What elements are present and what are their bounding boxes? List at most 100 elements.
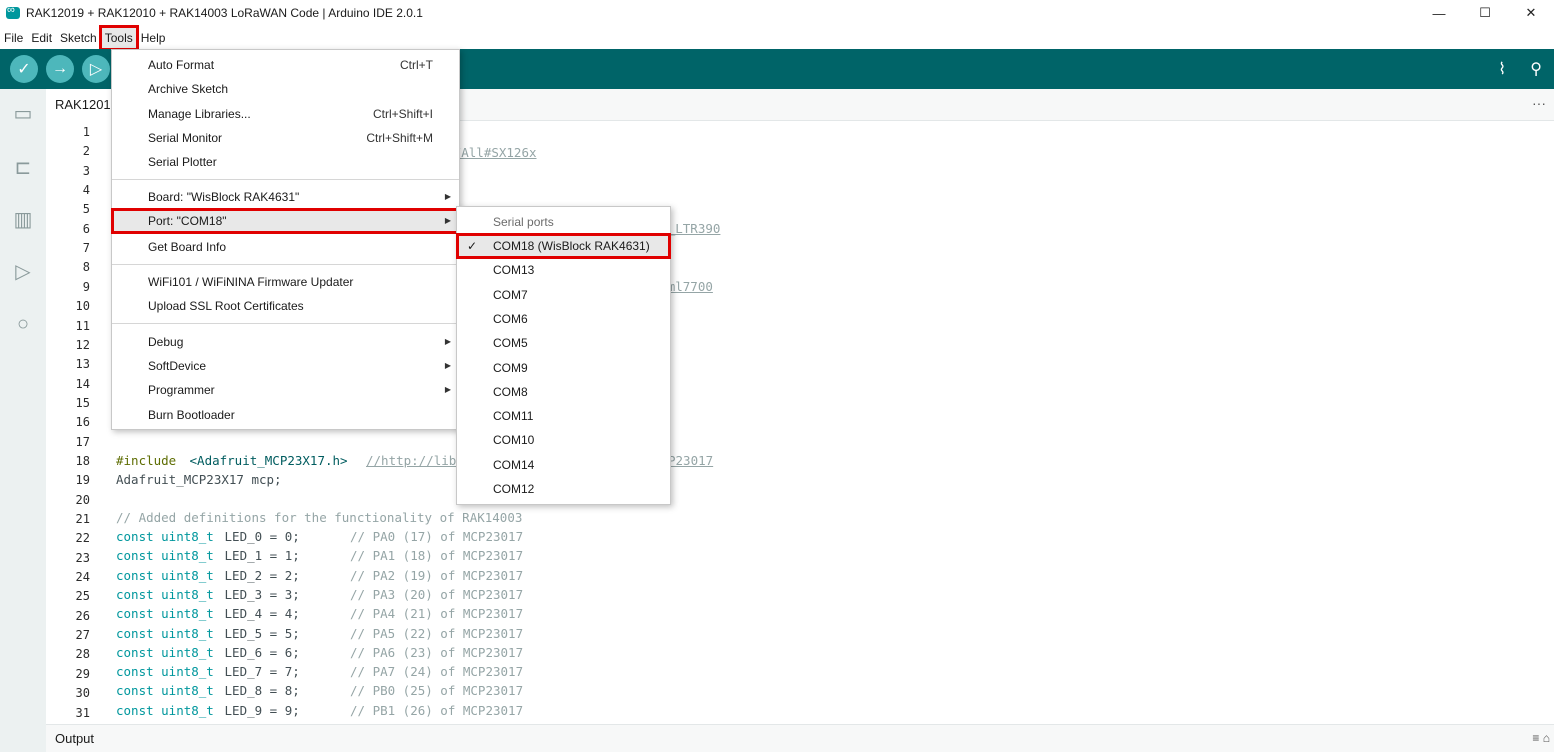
menu-item-burn-bootloader[interactable]: Burn Bootloader	[112, 403, 459, 427]
window-title: RAK12019 + RAK12010 + RAK14003 LoRaWAN C…	[26, 6, 423, 20]
menu-item-serial-monitor[interactable]: Serial Monitor Ctrl+Shift+M	[112, 126, 459, 150]
code-keyword: const uint8_t	[116, 606, 214, 622]
line-number: 20	[75, 492, 90, 507]
line-number: 30	[75, 686, 90, 701]
menu-item-board-info[interactable]: Get Board Info	[112, 235, 459, 259]
port-item[interactable]: COM6	[457, 307, 670, 331]
port-item[interactable]: COM9	[457, 356, 670, 380]
more-options-icon[interactable]: ···	[1532, 95, 1546, 111]
checkmark-icon: ✓	[467, 239, 478, 253]
line-number: 2	[82, 144, 90, 159]
include-header: <Adafruit_MCP23X17.h>	[182, 453, 348, 468]
code-comment: // PA7 (24) of MCP23017	[350, 664, 524, 680]
line-number: 5	[82, 202, 90, 217]
menu-edit[interactable]: Edit	[27, 27, 56, 49]
menu-item-programmer[interactable]: Programmer ▶	[112, 378, 459, 402]
port-item[interactable]: COM14	[457, 453, 670, 477]
line-number: 3	[82, 163, 90, 178]
line-number: 14	[75, 376, 90, 391]
menu-item-debug[interactable]: Debug ▶	[112, 330, 459, 354]
line-number: 12	[75, 337, 90, 352]
port-label: COM8	[493, 384, 528, 399]
code-declaration: LED_7 = 7;	[217, 664, 300, 680]
port-item[interactable]: COM13	[457, 258, 670, 282]
submenu-arrow-icon: ▶	[444, 361, 451, 370]
code-comment: // PB0 (25) of MCP23017	[350, 683, 524, 699]
menu-item-firmware-updater[interactable]: WiFi101 / WiFiNINA Firmware Updater	[112, 270, 459, 294]
menu-item-archive-sketch[interactable]: Archive Sketch	[112, 77, 459, 101]
port-item[interactable]: COM10	[457, 428, 670, 452]
debug-icon[interactable]: ▷	[10, 259, 36, 285]
port-label: COM9	[493, 360, 528, 375]
menu-help[interactable]: Help	[137, 27, 170, 49]
line-number: 25	[75, 589, 90, 604]
minimize-button[interactable]: —	[1416, 0, 1462, 26]
port-label: COM5	[493, 336, 528, 351]
search-icon[interactable]: ○	[10, 311, 36, 337]
menu-separator	[112, 264, 459, 265]
library-icon[interactable]: ▥	[10, 207, 36, 233]
output-tab[interactable]: Output	[55, 731, 94, 746]
arduino-logo-icon	[6, 4, 20, 19]
menu-item-port[interactable]: Port: "COM18" ▶	[111, 208, 460, 234]
code-comment: // PA3 (20) of MCP23017	[350, 586, 524, 602]
line-number: 22	[75, 531, 90, 546]
close-button[interactable]: ✕	[1508, 0, 1554, 26]
tools-menu: Auto Format Ctrl+T Archive Sketch Manage …	[111, 49, 460, 430]
port-item[interactable]: COM8	[457, 380, 670, 404]
code-comment: // PA1 (18) of MCP23017	[350, 548, 524, 564]
port-submenu: Serial ports ✓ COM18 (WisBlock RAK4631) CO…	[456, 206, 671, 505]
port-label: COM6	[493, 311, 528, 326]
port-item[interactable]: COM11	[457, 404, 670, 428]
code-declaration: LED_1 = 1;	[217, 548, 300, 564]
window-controls: — ☐ ✕	[1416, 0, 1554, 26]
port-item[interactable]: COM7	[457, 283, 670, 307]
folder-icon[interactable]: ▭	[10, 101, 36, 127]
serial-monitor-icon[interactable]: ⚲	[1530, 59, 1542, 79]
debug-button[interactable]: ▷	[82, 55, 110, 83]
code-comment: // PA4 (21) of MCP23017	[350, 606, 524, 622]
code-keyword: const uint8_t	[116, 586, 214, 602]
port-item[interactable]: COM12	[457, 477, 670, 501]
line-number: 15	[75, 395, 90, 410]
menu-item-board[interactable]: Board: "WisBlock RAK4631" ▶	[112, 185, 459, 209]
upload-button[interactable]: →	[46, 55, 74, 83]
menu-tools[interactable]: Tools	[98, 25, 139, 51]
line-number: 17	[75, 434, 90, 449]
submenu-arrow-icon: ▶	[444, 337, 451, 346]
line-number: 19	[75, 473, 90, 488]
board-manager-icon[interactable]: ⊏	[10, 155, 36, 181]
serial-plotter-icon[interactable]: ⌇	[1498, 59, 1506, 79]
maximize-button[interactable]: ☐	[1462, 0, 1508, 26]
include-comment: //http://lib	[366, 453, 457, 468]
port-item[interactable]: COM5	[457, 331, 670, 355]
title-bar: RAK12019 + RAK12010 + RAK14003 LoRaWAN C…	[0, 0, 1554, 26]
menu-separator	[112, 323, 459, 324]
line-number: 23	[75, 550, 90, 565]
tab-sketch[interactable]: RAK1201	[46, 89, 120, 121]
menu-file[interactable]: File	[0, 27, 27, 49]
line-number: 4	[82, 183, 90, 198]
menu-separator	[112, 179, 459, 180]
menu-sketch[interactable]: Sketch	[56, 27, 101, 49]
port-item[interactable]: ✓ COM18 (WisBlock RAK4631)	[456, 233, 671, 259]
submenu-arrow-icon: ▶	[444, 192, 451, 201]
code-keyword: const uint8_t	[116, 529, 214, 544]
code-keyword: const uint8_t	[116, 548, 214, 564]
verify-button[interactable]: ✓	[10, 55, 38, 83]
code-comment: // PA6 (23) of MCP23017	[350, 644, 524, 660]
code-declaration: LED_3 = 3;	[217, 586, 300, 602]
port-label: COM12	[493, 482, 535, 496]
menu-item-serial-plotter[interactable]: Serial Plotter	[112, 150, 459, 174]
output-controls-icon[interactable]: ≡ ⌂	[1532, 731, 1550, 745]
code-keyword: const uint8_t	[116, 625, 214, 641]
line-number: 13	[75, 357, 90, 372]
code-keyword: const uint8_t	[116, 644, 214, 660]
code-comment: // Added definitions for the functionali…	[116, 510, 523, 525]
menu-item-softdevice[interactable]: SoftDevice ▶	[112, 354, 459, 378]
menu-item-manage-libraries[interactable]: Manage Libraries... Ctrl+Shift+I	[112, 102, 459, 126]
code-declaration: LED_4 = 4;	[217, 606, 300, 622]
menu-item-ssl-certificates[interactable]: Upload SSL Root Certificates	[112, 294, 459, 318]
menu-item-auto-format[interactable]: Auto Format Ctrl+T	[112, 53, 459, 77]
code-declaration: LED_5 = 5;	[217, 625, 300, 641]
